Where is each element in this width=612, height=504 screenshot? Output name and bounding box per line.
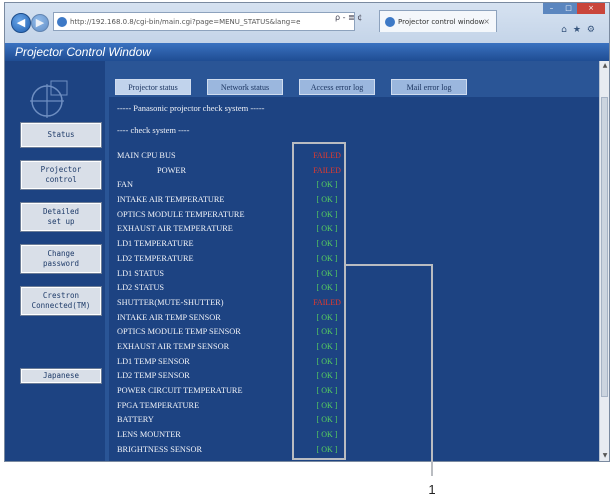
callout-leader-line — [346, 264, 433, 476]
callout-number: 1 — [428, 482, 436, 497]
